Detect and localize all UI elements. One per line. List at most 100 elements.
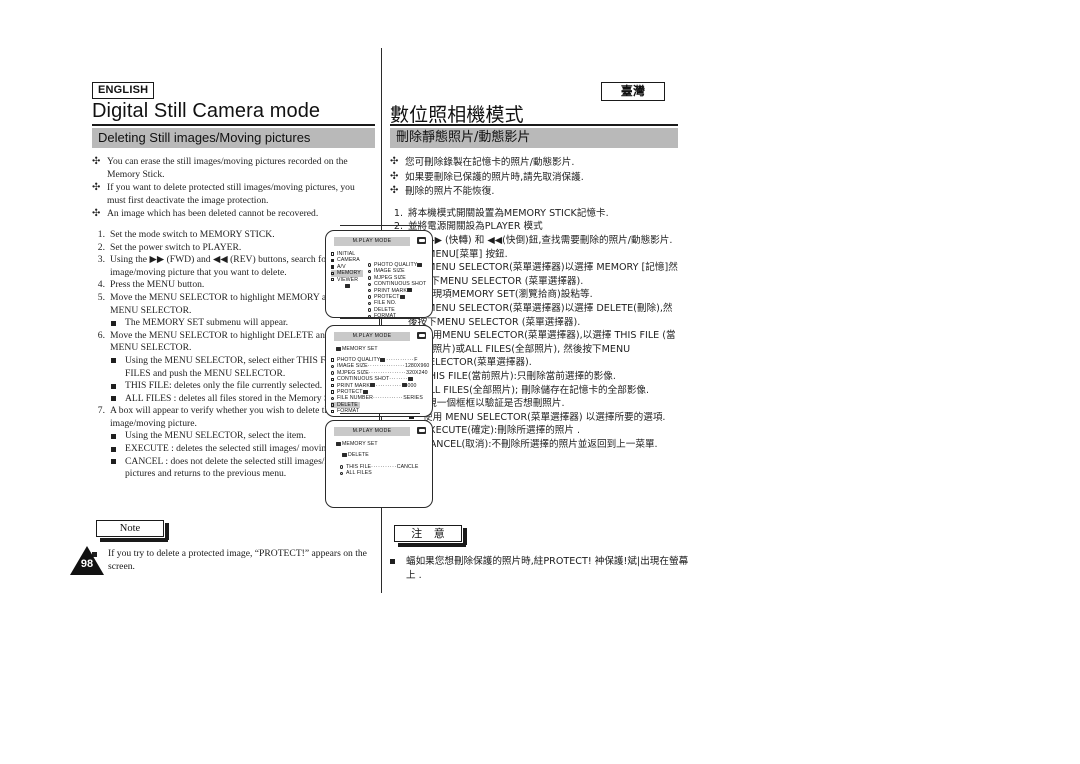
lcd-connector-rule: [340, 413, 420, 415]
intro-bullet: ✣ 刪除的照片不能恢復.: [390, 185, 678, 199]
lcd-breadcrumb-label: MEMORY SET: [342, 346, 378, 352]
lcd-menu-label: THIS FILE: [346, 464, 372, 470]
square-marker-icon: [331, 409, 335, 414]
lcd-leader-dots: ················: [367, 363, 405, 370]
lcd-breadcrumb: MEMORY SET: [330, 346, 378, 352]
square-bullet-icon: [390, 558, 395, 564]
square-marker-icon: [331, 278, 335, 282]
lcd-menu-label: MJPEG SIZE: [374, 274, 406, 281]
step-text: Using the ▶▶ (FWD) and ◀◀ (REV) buttons,…: [110, 254, 361, 278]
step-sub-text: CANCEL(取消):不刪除所選擇的照片並返回到上一菜單.: [423, 438, 658, 450]
body-column-chinese: ✣ 您可刪除錄製在記憶卡的照片/動態影片. ✣ 如果要刪除已保護的照片時,請先取消保護…: [390, 156, 678, 451]
step-sub-item: 使用 MENU SELECTOR(菜單選擇器) 以選擇所要的選項.: [390, 411, 678, 425]
lcd-leader-dots: ············: [386, 357, 415, 363]
note-text-chinese-value: 蝠如果您想刪除保護的照片時,紸PROTECT! 衶保護!斌|出現在螢幕上 .: [406, 556, 689, 581]
radio-marker-icon: [331, 371, 335, 375]
radio-marker-icon: [331, 396, 335, 401]
lcd-menu-label: PROTECT: [374, 294, 400, 301]
lcd-value: 000: [407, 382, 417, 389]
folder-icon: [336, 441, 341, 446]
step-text: 使用▶▶ (快轉) 和 ◀◀(快倒)鈕,查找需要刪除的照片/動態影片.: [408, 234, 673, 246]
square-bullet-icon: [111, 433, 116, 439]
lcd-value: 1280X960: [404, 363, 430, 370]
step-sub-item: EXECUTE(確定):刪除所選擇的照片 .: [390, 424, 678, 438]
square-bullet-icon: [111, 320, 116, 326]
step-sub-item: THIS FILE(當前照片):只刪除當前選擇的影像.: [390, 370, 678, 384]
club-bullet-icon: ✣: [390, 156, 399, 167]
intro-bullet: ✣ You can erase the still images/moving p…: [92, 156, 374, 181]
square-marker-icon: [331, 271, 335, 275]
intro-bullet-text: 您可刪除錄製在記憶卡的照片/動態影片.: [405, 157, 575, 168]
radio-marker-icon: [340, 471, 344, 476]
lcd-menu-label: INITIAL: [337, 251, 356, 257]
lcd-connector-rule: [340, 225, 420, 227]
intro-bullet-text: 如果要刪除已保護的照片時,請先取消保護.: [405, 171, 584, 183]
square-bullet-icon: [111, 383, 116, 389]
intro-bullet: ✣ 您可刪除錄製在記憶卡的照片/動態影片.: [390, 156, 678, 170]
card-icon: [380, 357, 386, 362]
step-number: 4.: [97, 279, 105, 291]
club-bullet-icon: ✣: [390, 185, 399, 197]
step-sub-text: 使用 MENU SELECTOR(菜單選擇器) 以選擇所要的選項.: [423, 411, 666, 423]
square-marker-icon: [331, 252, 335, 256]
memory-card-icon: [417, 237, 426, 244]
step-sub-item: ALL FILES(全部照片); 刪除儲存在記憶卡的全部影像.: [390, 384, 678, 398]
square-marker-icon: [331, 377, 335, 381]
note-text-chinese: 蝠如果您想刪除保護的照片時,紸PROTECT! 衶保護!斌|出現在螢幕上 .: [390, 555, 696, 582]
square-marker-icon: [331, 390, 335, 394]
lcd-breadcrumb: MEMORY SET: [330, 441, 378, 447]
section-heading-english: Deleting Still images/Moving pictures: [92, 128, 375, 148]
intro-bullet: ✣ If you want to delete protected still i…: [92, 182, 374, 207]
key-icon: [362, 389, 368, 394]
lcd-rows: THIS FILE···········CANCLE ALL FILES: [340, 464, 432, 477]
intro-bullet: ✣ 如果要刪除已保護的照片時,請先取消保護.: [390, 171, 678, 185]
memory-card-icon: [417, 427, 426, 434]
step-text: 轉動MENU SELECTOR(菜單選擇器)以選擇 DELETE(刪除),然後按…: [408, 302, 673, 328]
step-text: Set the power switch to PLAYER.: [110, 241, 242, 253]
lcd-menu-label: PROTECT: [337, 389, 363, 396]
step-sub-item: 顯現項MEMORY SET(瀏覽拾商)設粘等.: [390, 288, 678, 302]
page-number: 98: [70, 546, 104, 575]
lcd-value: 320X240: [406, 369, 428, 376]
radio-marker-icon: [368, 282, 372, 286]
lcd-menu-label: PRINT MARK: [374, 287, 407, 294]
language-badge: ENGLISH: [92, 82, 155, 99]
lcd-menu-item[interactable]: ALL FILES: [340, 470, 432, 476]
step-item: 4.按下MENU[菜單] 按鈕.: [390, 248, 678, 262]
club-bullet-icon: ✣: [92, 182, 101, 194]
lcd-submenu-label: DELETE: [348, 452, 369, 458]
radio-marker-icon: [331, 364, 335, 369]
lcd-rows: PHOTO QUALITY ············F IMAGE SIZE····…: [331, 357, 429, 415]
square-marker-icon: [331, 358, 335, 362]
section-heading-chinese: 刪除靜態照片/動態影片: [390, 128, 678, 148]
lcd-right-column: PHOTO QUALITY IMAGE SIZE MJPEG SIZE CONTINU…: [368, 262, 426, 317]
lcd-menu-label: PHOTO QUALITY: [337, 357, 381, 363]
step-item: 2. 並將電源開關設為PLAYER 模式: [390, 220, 678, 234]
lcd-title: M.PLAY MODE: [334, 427, 410, 436]
step-item: 7.會出現一個框框以驗証是否想刪照片.: [390, 397, 678, 411]
step-text: Set the mode switch to MEMORY STICK.: [110, 228, 275, 240]
step-sub-text: THIS FILE(當前照片):只刪除當前選擇的影像.: [423, 370, 616, 382]
lcd-leader-dots: ·············: [372, 395, 404, 402]
intro-bullet-text: An image which has been deleted cannot b…: [107, 208, 319, 220]
step-sub-text: EXECUTE(確定):刪除所選擇的照片 .: [423, 425, 581, 437]
steps-list-chinese: 1. 將本機模式開關設置為MEMORY STICK記憶卡. 2. 並將電源開關設為PL…: [390, 207, 678, 452]
manual-page: ENGLISH 臺灣 Digital Still Camera mode 數位照…: [0, 0, 1080, 764]
print-icon: [401, 383, 407, 388]
radio-marker-icon: [368, 295, 372, 299]
step-number: 2.: [97, 241, 105, 253]
lcd-value: CANCLE: [396, 464, 419, 470]
lcd-menu-label: FILE NO.: [374, 300, 397, 307]
key-icon: [399, 294, 405, 299]
lcd-menu-label: DELETE: [374, 306, 395, 313]
lcd-leader-dots: ················: [368, 369, 407, 376]
radio-marker-icon: [368, 308, 372, 312]
square-bullet-icon: [111, 459, 116, 465]
radio-marker-icon: [368, 276, 372, 280]
step-sub-text: CANCEL : does not delete the selected st…: [125, 455, 354, 480]
header-rule-english: [92, 124, 375, 126]
print-icon: [369, 383, 375, 388]
club-bullet-icon: ✣: [92, 208, 101, 220]
lcd-leader-dots: ········: [389, 376, 408, 383]
print-icon: [406, 288, 412, 293]
